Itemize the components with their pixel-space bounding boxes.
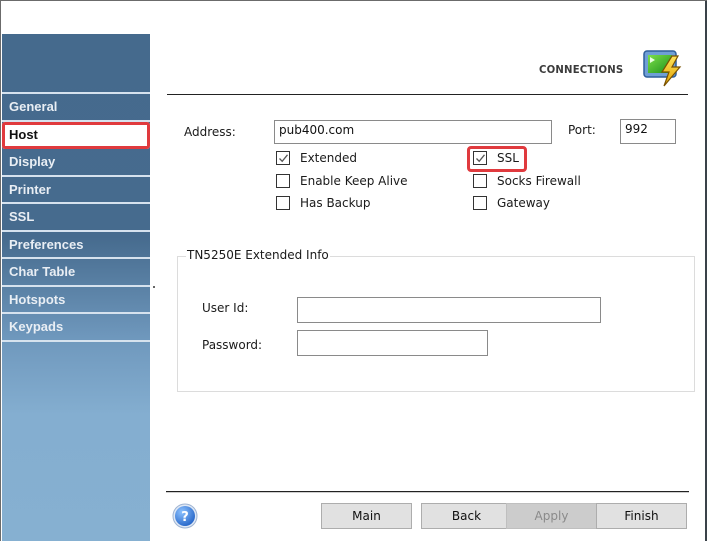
port-input[interactable]: 992: [620, 119, 676, 144]
address-label: Address:: [184, 125, 236, 139]
has-backup-label: Has Backup: [300, 196, 371, 210]
svg-text:?: ?: [181, 510, 189, 525]
sidebar-item-printer[interactable]: Printer: [2, 177, 150, 204]
header-divider: [167, 94, 688, 95]
finish-button[interactable]: Finish: [596, 503, 687, 529]
stray-dot: [153, 286, 155, 288]
sidebar-nav: General Host Display Printer SSL Prefere…: [2, 34, 150, 541]
connections-lightning-icon: [643, 50, 682, 87]
gateway-checkbox[interactable]: Gateway: [473, 196, 550, 210]
checkbox-box: [473, 196, 487, 210]
user-id-input[interactable]: [297, 297, 601, 323]
host-settings-window: General Host Display Printer SSL Prefere…: [0, 0, 707, 541]
socks-firewall-checkbox[interactable]: Socks Firewall: [473, 174, 581, 188]
ssl-label: SSL: [497, 151, 519, 165]
back-button[interactable]: Back: [421, 503, 512, 529]
check-icon: [475, 153, 485, 162]
password-input[interactable]: [297, 330, 488, 356]
gateway-label: Gateway: [497, 196, 551, 210]
password-label: Password:: [202, 338, 263, 352]
extended-label: Extended: [300, 151, 357, 165]
checkbox-box: [276, 151, 290, 165]
footer-divider: [166, 491, 689, 493]
extended-info-legend: TN5250E Extended Info: [186, 248, 330, 262]
ssl-checkbox[interactable]: SSL: [473, 151, 519, 165]
help-icon[interactable]: ?: [172, 503, 198, 529]
enable-keep-alive-label: Enable Keep Alive: [300, 174, 408, 188]
sidebar-item-ssl[interactable]: SSL: [2, 204, 150, 232]
sidebar-item-preferences[interactable]: Preferences: [2, 232, 150, 259]
extended-info-group: [177, 256, 695, 392]
section-title: CONNECTIONS: [539, 63, 624, 76]
main-button[interactable]: Main: [321, 503, 412, 529]
sidebar-item-general[interactable]: General: [2, 94, 150, 122]
sidebar-item-display[interactable]: Display: [2, 149, 150, 177]
checkbox-box: [276, 174, 290, 188]
sidebar-header: [2, 34, 150, 94]
port-label: Port:: [568, 123, 596, 137]
socks-firewall-label: Socks Firewall: [497, 174, 581, 188]
sidebar-item-char-table[interactable]: Char Table: [2, 259, 150, 287]
checkbox-box: [276, 196, 290, 210]
user-id-label: User Id:: [202, 301, 249, 315]
address-input[interactable]: pub400.com: [274, 120, 552, 144]
checkbox-box: [473, 174, 487, 188]
has-backup-checkbox[interactable]: Has Backup: [276, 196, 370, 210]
extended-checkbox[interactable]: Extended: [276, 151, 357, 165]
enable-keep-alive-checkbox[interactable]: Enable Keep Alive: [276, 174, 408, 188]
apply-button: Apply: [506, 503, 597, 529]
sidebar-item-hotspots[interactable]: Hotspots: [2, 287, 150, 314]
check-icon: [278, 153, 288, 162]
sidebar-item-keypads[interactable]: Keypads: [2, 314, 150, 342]
checkbox-box: [473, 151, 487, 165]
sidebar-item-host[interactable]: Host: [2, 121, 150, 149]
